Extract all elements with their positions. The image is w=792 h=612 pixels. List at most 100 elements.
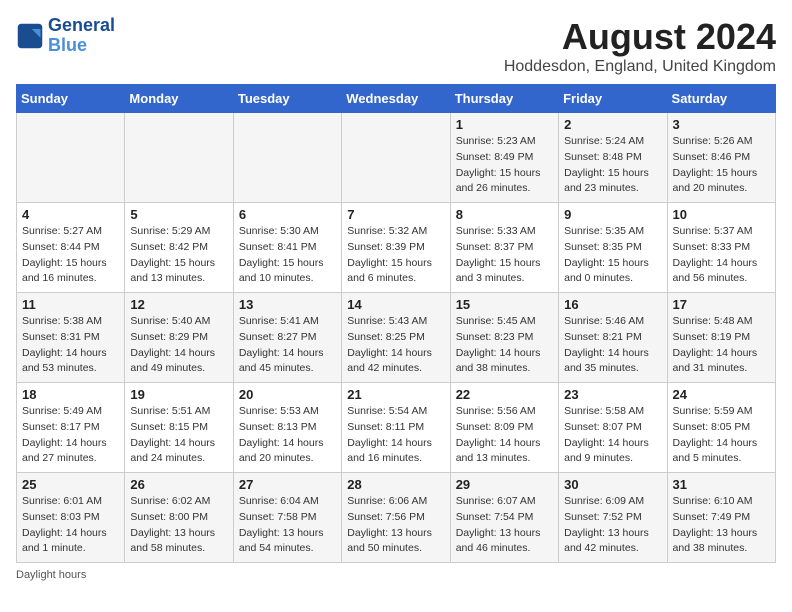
day-number: 17	[673, 297, 770, 312]
header-thursday: Thursday	[450, 85, 558, 113]
day-cell: 21 Sunrise: 5:54 AM Sunset: 8:11 PM Dayli…	[342, 383, 450, 473]
footer: Daylight hours	[16, 569, 776, 581]
day-cell: 31Sunrise: 6:10 AM Sunset: 7:49 PM Dayli…	[667, 473, 775, 563]
day-info: Sunrise: 6:02 AM Sunset: 8:00 PM Dayligh…	[130, 494, 227, 557]
day-info: Sunrise: 5:43 AM Sunset: 8:25 PM Dayligh…	[347, 314, 444, 377]
day-info: Sunrise: 5:27 AM Sunset: 8:44 PM Dayligh…	[22, 224, 119, 287]
day-cell: 26 Sunrise: 6:02 AM Sunset: 8:00 PM Dayli…	[125, 473, 233, 563]
header-saturday: Saturday	[667, 85, 775, 113]
day-cell: 4 Sunrise: 5:27 AM Sunset: 8:44 PM Daylig…	[17, 203, 125, 293]
day-info: Sunrise: 5:56 AM Sunset: 8:09 PM Dayligh…	[456, 404, 553, 467]
day-info: Sunrise: 6:09 AM Sunset: 7:52 PM Dayligh…	[564, 494, 661, 557]
day-cell: 22 Sunrise: 5:56 AM Sunset: 8:09 PM Dayli…	[450, 383, 558, 473]
day-cell: 2 Sunrise: 5:24 AM Sunset: 8:48 PM Daylig…	[559, 113, 667, 203]
day-number: 16	[564, 297, 661, 312]
day-info: Sunrise: 5:38 AM Sunset: 8:31 PM Dayligh…	[22, 314, 119, 377]
day-cell: 11Sunrise: 5:38 AM Sunset: 8:31 PM Dayli…	[17, 293, 125, 383]
logo-icon	[16, 22, 44, 50]
day-cell: 30 Sunrise: 6:09 AM Sunset: 7:52 PM Dayli…	[559, 473, 667, 563]
day-info: Sunrise: 5:32 AM Sunset: 8:39 PM Dayligh…	[347, 224, 444, 287]
day-info: Sunrise: 5:26 AM Sunset: 8:46 PM Dayligh…	[673, 134, 770, 197]
day-number: 29	[456, 477, 553, 492]
header-monday: Monday	[125, 85, 233, 113]
day-cell: 3Sunrise: 5:26 AM Sunset: 8:46 PM Daylig…	[667, 113, 775, 203]
day-info: Sunrise: 5:51 AM Sunset: 8:15 PM Dayligh…	[130, 404, 227, 467]
day-cell: 8 Sunrise: 5:33 AM Sunset: 8:37 PM Daylig…	[450, 203, 558, 293]
day-number: 6	[239, 207, 336, 222]
day-cell: 18 Sunrise: 5:49 AM Sunset: 8:17 PM Dayli…	[17, 383, 125, 473]
day-info: Sunrise: 5:46 AM Sunset: 8:21 PM Dayligh…	[564, 314, 661, 377]
day-number: 4	[22, 207, 119, 222]
day-cell: 28 Sunrise: 6:06 AM Sunset: 7:56 PM Dayli…	[342, 473, 450, 563]
day-cell: 13 Sunrise: 5:41 AM Sunset: 8:27 PM Dayli…	[233, 293, 341, 383]
day-info: Sunrise: 5:29 AM Sunset: 8:42 PM Dayligh…	[130, 224, 227, 287]
footer-text: Daylight hours	[16, 569, 86, 581]
week-row-1: 1 Sunrise: 5:23 AM Sunset: 8:49 PM Daylig…	[17, 113, 776, 203]
day-number: 20	[239, 387, 336, 402]
day-number: 9	[564, 207, 661, 222]
day-info: Sunrise: 5:23 AM Sunset: 8:49 PM Dayligh…	[456, 134, 553, 197]
logo-line1: General	[48, 16, 115, 36]
week-row-5: 25 Sunrise: 6:01 AM Sunset: 8:03 PM Dayli…	[17, 473, 776, 563]
day-number: 5	[130, 207, 227, 222]
day-cell: 12Sunrise: 5:40 AM Sunset: 8:29 PM Dayli…	[125, 293, 233, 383]
week-row-3: 11Sunrise: 5:38 AM Sunset: 8:31 PM Dayli…	[17, 293, 776, 383]
day-number: 8	[456, 207, 553, 222]
day-number: 1	[456, 117, 553, 132]
day-cell: 24 Sunrise: 5:59 AM Sunset: 8:05 PM Dayli…	[667, 383, 775, 473]
day-number: 10	[673, 207, 770, 222]
day-info: Sunrise: 5:49 AM Sunset: 8:17 PM Dayligh…	[22, 404, 119, 467]
header-sunday: Sunday	[17, 85, 125, 113]
day-cell: 5 Sunrise: 5:29 AM Sunset: 8:42 PM Daylig…	[125, 203, 233, 293]
day-number: 27	[239, 477, 336, 492]
day-number: 22	[456, 387, 553, 402]
day-cell	[125, 113, 233, 203]
title-block: August 2024 Hoddesdon, England, United K…	[504, 16, 776, 76]
day-number: 7	[347, 207, 444, 222]
day-number: 24	[673, 387, 770, 402]
day-number: 18	[22, 387, 119, 402]
day-info: Sunrise: 6:06 AM Sunset: 7:56 PM Dayligh…	[347, 494, 444, 557]
day-number: 23	[564, 387, 661, 402]
day-cell: 6Sunrise: 5:30 AM Sunset: 8:41 PM Daylig…	[233, 203, 341, 293]
day-number: 13	[239, 297, 336, 312]
day-info: Sunrise: 5:40 AM Sunset: 8:29 PM Dayligh…	[130, 314, 227, 377]
day-cell: 19 Sunrise: 5:51 AM Sunset: 8:15 PM Dayli…	[125, 383, 233, 473]
day-info: Sunrise: 6:01 AM Sunset: 8:03 PM Dayligh…	[22, 494, 119, 557]
day-info: Sunrise: 5:24 AM Sunset: 8:48 PM Dayligh…	[564, 134, 661, 197]
day-cell: 27Sunrise: 6:04 AM Sunset: 7:58 PM Dayli…	[233, 473, 341, 563]
day-number: 15	[456, 297, 553, 312]
day-info: Sunrise: 5:53 AM Sunset: 8:13 PM Dayligh…	[239, 404, 336, 467]
day-number: 28	[347, 477, 444, 492]
day-number: 19	[130, 387, 227, 402]
day-number: 26	[130, 477, 227, 492]
calendar-body: 1 Sunrise: 5:23 AM Sunset: 8:49 PM Daylig…	[17, 113, 776, 563]
day-cell: 7 Sunrise: 5:32 AM Sunset: 8:39 PM Daylig…	[342, 203, 450, 293]
day-cell: 29 Sunrise: 6:07 AM Sunset: 7:54 PM Dayli…	[450, 473, 558, 563]
day-number: 25	[22, 477, 119, 492]
day-cell	[233, 113, 341, 203]
header-friday: Friday	[559, 85, 667, 113]
day-number: 2	[564, 117, 661, 132]
page-header: General Blue August 2024 Hoddesdon, Engl…	[16, 16, 776, 76]
day-number: 21	[347, 387, 444, 402]
day-info: Sunrise: 5:54 AM Sunset: 8:11 PM Dayligh…	[347, 404, 444, 467]
day-number: 30	[564, 477, 661, 492]
day-cell: 9 Sunrise: 5:35 AM Sunset: 8:35 PM Daylig…	[559, 203, 667, 293]
day-info: Sunrise: 5:33 AM Sunset: 8:37 PM Dayligh…	[456, 224, 553, 287]
day-info: Sunrise: 5:35 AM Sunset: 8:35 PM Dayligh…	[564, 224, 661, 287]
day-info: Sunrise: 6:07 AM Sunset: 7:54 PM Dayligh…	[456, 494, 553, 557]
day-cell	[17, 113, 125, 203]
day-cell: 1 Sunrise: 5:23 AM Sunset: 8:49 PM Daylig…	[450, 113, 558, 203]
day-cell: 15Sunrise: 5:45 AM Sunset: 8:23 PM Dayli…	[450, 293, 558, 383]
week-row-4: 18 Sunrise: 5:49 AM Sunset: 8:17 PM Dayli…	[17, 383, 776, 473]
day-info: Sunrise: 5:58 AM Sunset: 8:07 PM Dayligh…	[564, 404, 661, 467]
day-cell: 10Sunrise: 5:37 AM Sunset: 8:33 PM Dayli…	[667, 203, 775, 293]
day-info: Sunrise: 5:41 AM Sunset: 8:27 PM Dayligh…	[239, 314, 336, 377]
day-cell: 14Sunrise: 5:43 AM Sunset: 8:25 PM Dayli…	[342, 293, 450, 383]
calendar-table: SundayMondayTuesdayWednesdayThursdayFrid…	[16, 84, 776, 563]
day-cell: 25 Sunrise: 6:01 AM Sunset: 8:03 PM Dayli…	[17, 473, 125, 563]
day-info: Sunrise: 5:59 AM Sunset: 8:05 PM Dayligh…	[673, 404, 770, 467]
logo: General Blue	[16, 16, 115, 56]
day-cell: 20 Sunrise: 5:53 AM Sunset: 8:13 PM Dayli…	[233, 383, 341, 473]
